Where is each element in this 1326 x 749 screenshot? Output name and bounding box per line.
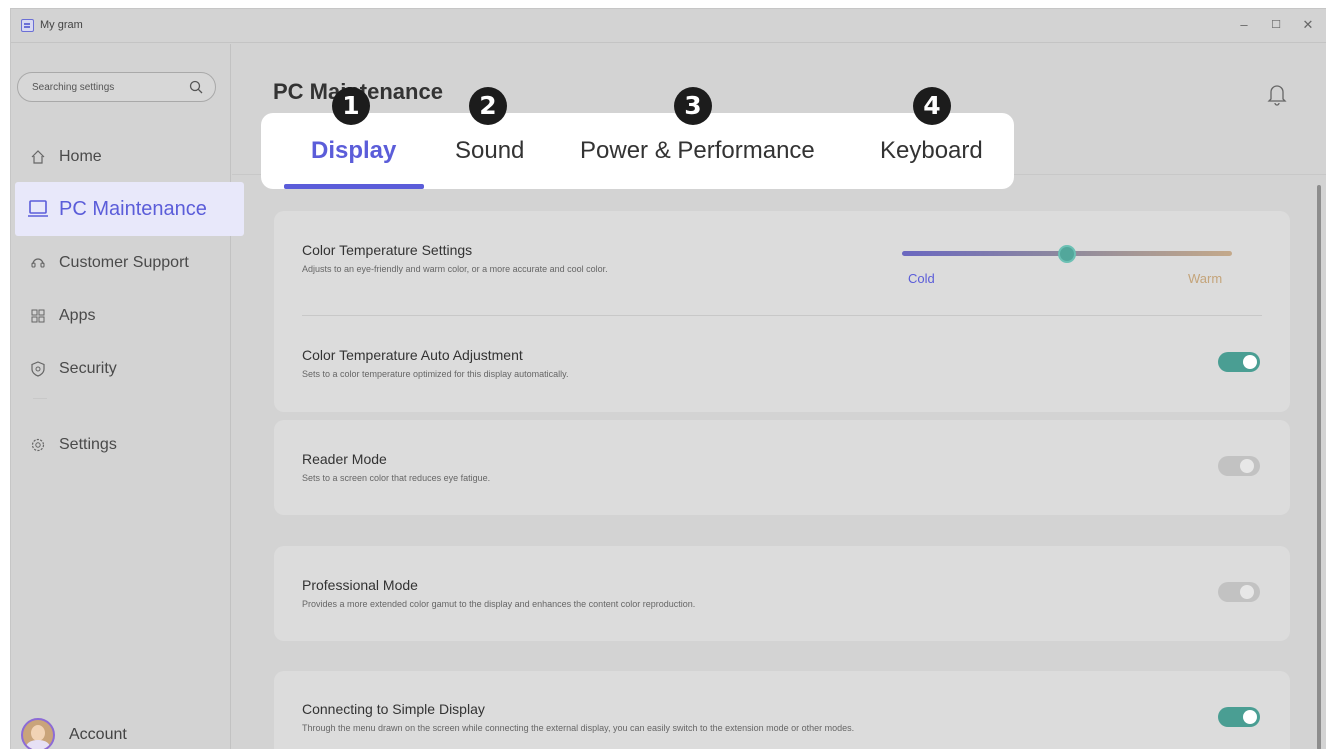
account-label: Account: [69, 726, 127, 743]
step-badge-4: 4: [913, 87, 951, 125]
title-bar: My gram – ☐ ✕: [11, 9, 1326, 43]
tab-power-performance[interactable]: Power & Performance: [580, 137, 815, 165]
toggle-knob: [1243, 355, 1257, 369]
sidebar-item-settings[interactable]: Settings: [15, 420, 245, 470]
slider-max-label: Warm: [1188, 271, 1223, 286]
auto-adjust-toggle[interactable]: [1218, 352, 1260, 372]
color-temperature-title: Color Temperature Settings: [302, 242, 473, 258]
simple-display-card: Connecting to Simple Display Through the…: [274, 671, 1290, 749]
scrollbar[interactable]: [1317, 185, 1321, 749]
sidebar-item-label: Security: [59, 360, 117, 377]
tab-sound[interactable]: Sound: [455, 137, 524, 165]
sidebar-item-label: Settings: [59, 436, 117, 453]
close-button[interactable]: ✕: [1293, 13, 1323, 37]
tab-panel: Display Sound Power & Performance Keyboa…: [261, 113, 1014, 189]
support-icon: [27, 252, 49, 274]
app-title: My gram: [40, 19, 83, 31]
apps-grid-icon: [27, 305, 49, 327]
professional-mode-title: Professional Mode: [302, 577, 418, 593]
sidebar-item-security[interactable]: Security: [15, 344, 245, 394]
professional-mode-description: Provides a more extended color gamut to …: [302, 599, 696, 609]
reader-mode-toggle[interactable]: [1218, 456, 1260, 476]
reader-mode-title: Reader Mode: [302, 451, 387, 467]
professional-mode-toggle[interactable]: [1218, 582, 1260, 602]
color-temperature-card: Color Temperature Settings Adjusts to an…: [274, 211, 1290, 412]
search-input[interactable]: Searching settings: [17, 72, 216, 102]
reader-mode-card: Reader Mode Sets to a screen color that …: [274, 420, 1290, 515]
app-window: My gram – ☐ ✕ Searching settings Home PC…: [10, 8, 1326, 749]
sidebar-item-label: PC Maintenance: [59, 197, 207, 220]
app-logo-icon: [21, 19, 34, 32]
simple-display-toggle[interactable]: [1218, 707, 1260, 727]
slider-min-label: Cold: [908, 271, 935, 286]
color-temperature-description: Adjusts to an eye-friendly and warm colo…: [302, 264, 608, 274]
maximize-button[interactable]: ☐: [1261, 13, 1291, 37]
step-badge-2: 2: [469, 87, 507, 125]
avatar: [21, 718, 55, 749]
tab-keyboard[interactable]: Keyboard: [880, 137, 983, 165]
sidebar-item-apps[interactable]: Apps: [15, 291, 245, 341]
reader-mode-description: Sets to a screen color that reduces eye …: [302, 473, 491, 483]
toggle-knob: [1240, 585, 1254, 599]
laptop-icon: [27, 198, 49, 220]
sidebar-item-label: Apps: [59, 307, 96, 324]
sidebar-divider: [33, 398, 47, 399]
home-icon: [27, 146, 49, 168]
toggle-knob: [1243, 710, 1257, 724]
professional-mode-card: Professional Mode Provides a more extend…: [274, 546, 1290, 641]
sidebar: Searching settings Home PC Maintenance C…: [11, 44, 244, 749]
sidebar-item-label: Home: [59, 148, 102, 165]
simple-display-title: Connecting to Simple Display: [302, 701, 485, 717]
step-badge-1: 1: [332, 87, 370, 125]
gear-icon: [27, 434, 49, 456]
search-placeholder: Searching settings: [32, 82, 115, 93]
sidebar-item-pc-maintenance[interactable]: PC Maintenance: [15, 182, 244, 236]
color-temperature-slider-thumb[interactable]: [1058, 245, 1076, 263]
card-divider: [302, 315, 1262, 316]
tab-display[interactable]: Display: [311, 137, 396, 165]
account-button[interactable]: Account: [21, 718, 127, 749]
step-badge-3: 3: [674, 87, 712, 125]
active-tab-indicator: [284, 184, 424, 189]
simple-display-description: Through the menu drawn on the screen whi…: [302, 723, 855, 733]
auto-adjust-title: Color Temperature Auto Adjustment: [302, 347, 523, 363]
sidebar-item-home[interactable]: Home: [15, 132, 245, 182]
shield-icon: [27, 358, 49, 380]
sidebar-item-customer-support[interactable]: Customer Support: [15, 238, 245, 288]
search-icon[interactable]: [189, 80, 203, 94]
minimize-button[interactable]: –: [1229, 13, 1259, 37]
toggle-knob: [1240, 459, 1254, 473]
sidebar-item-label: Customer Support: [59, 254, 189, 271]
auto-adjust-description: Sets to a color temperature optimized fo…: [302, 369, 569, 379]
bell-icon[interactable]: [1266, 81, 1288, 107]
